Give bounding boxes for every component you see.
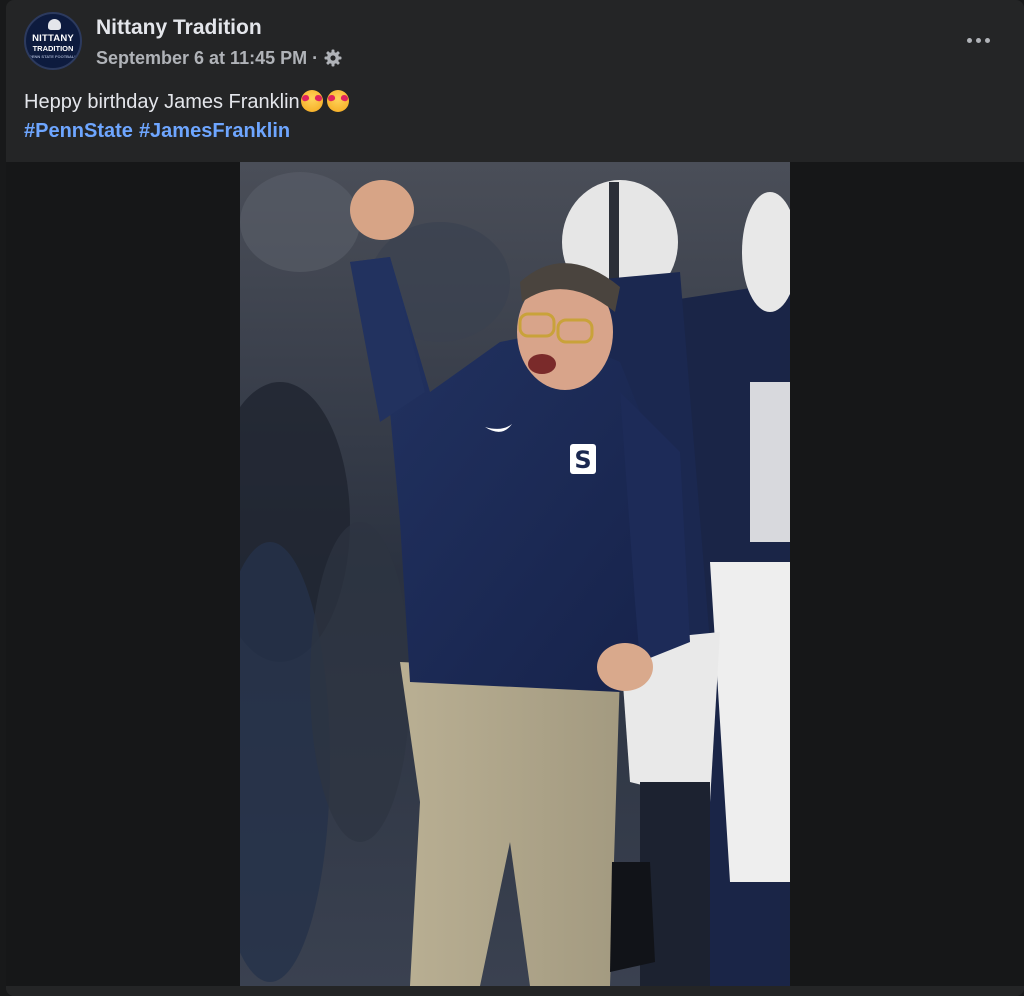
post-footer-edge [6, 986, 1024, 996]
page-name-link[interactable]: Nittany Tradition [96, 16, 262, 40]
helmet-icon [48, 19, 61, 30]
avatar-logo-line-2: TRADITION [32, 44, 74, 53]
dot-icon [975, 37, 981, 43]
post-text: Heppy birthday James Franklin #PennState… [24, 88, 1006, 146]
coach-celebrating-photo: S [240, 162, 790, 986]
avatar-logo-line-1: NITTANY [32, 33, 74, 44]
dot-icon [984, 37, 990, 43]
page-avatar[interactable]: NITTANY TRADITION PENN STATE FOOTBALL [24, 12, 82, 70]
hashtag-jamesfranklin[interactable]: #JamesFranklin [139, 117, 290, 146]
svg-text:S: S [574, 446, 591, 474]
post-timestamp[interactable]: September 6 at 11:45 PM [96, 48, 307, 69]
hashtag-line: #PennState #JamesFranklin [24, 117, 1006, 146]
post-media: S [6, 162, 1024, 986]
post-message: Heppy birthday James Franklin [24, 91, 300, 113]
post-photo[interactable]: S [240, 162, 790, 986]
post-card: NITTANY TRADITION PENN STATE FOOTBALL Ni… [6, 0, 1024, 996]
more-options-button[interactable] [954, 24, 1002, 56]
post-meta: September 6 at 11:45 PM · [96, 47, 343, 69]
post-message-line: Heppy birthday James Franklin [24, 88, 1006, 117]
smiling-face-with-hearts-icon [300, 90, 323, 112]
dot-icon [966, 37, 972, 43]
post-header: NITTANY TRADITION PENN STATE FOOTBALL Ni… [6, 0, 1024, 80]
avatar-logo-line-3: PENN STATE FOOTBALL [29, 54, 77, 59]
meta-separator: · [312, 47, 319, 68]
smiling-face-with-hearts-icon [326, 90, 349, 112]
hashtag-pennstate[interactable]: #PennState [24, 117, 133, 146]
gear-icon[interactable] [323, 48, 343, 68]
